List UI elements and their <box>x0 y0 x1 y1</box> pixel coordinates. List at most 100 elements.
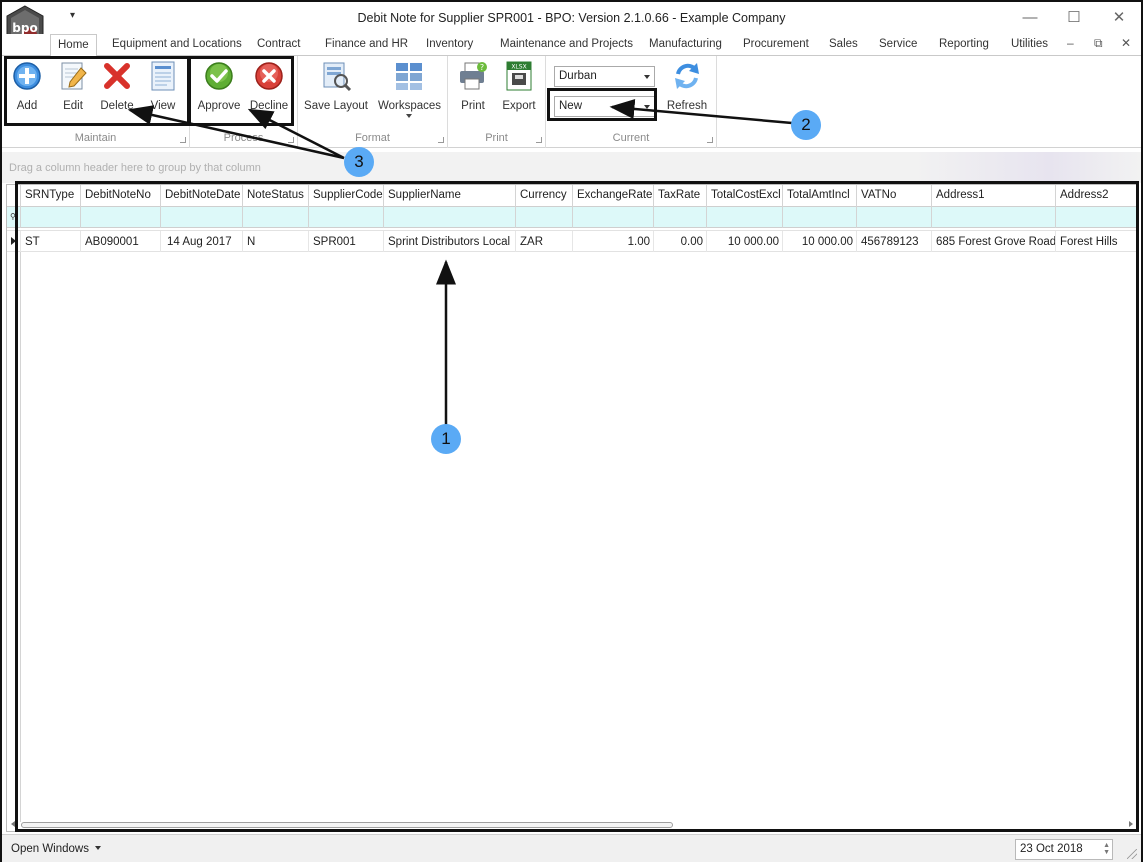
ribbon-tabs: Home Equipment and Locations Contract Fi… <box>2 34 1141 57</box>
filter-cell[interactable] <box>516 207 573 228</box>
tab-service[interactable]: Service <box>879 38 917 50</box>
filter-cell[interactable] <box>21 207 81 228</box>
approve-button[interactable]: Approve <box>196 60 242 112</box>
filter-cell[interactable] <box>932 207 1056 228</box>
filter-row-indicator-icon: ⚲ <box>7 207 21 228</box>
export-xlsx-icon: XLSX <box>506 61 532 91</box>
filter-cell[interactable] <box>573 207 654 228</box>
scroll-right-icon[interactable] <box>1129 821 1133 827</box>
cell-suppliername[interactable]: Sprint Distributors Local <box>384 231 516 252</box>
ribbon: Add Edit Delete View Maintain Approve De… <box>2 56 1141 148</box>
header-suppliername[interactable]: SupplierName <box>384 185 516 207</box>
add-button[interactable]: Add <box>9 60 45 112</box>
cell-totalcostexcl[interactable]: 10 000.00 <box>707 231 783 252</box>
close-icon[interactable]: ✕ <box>1107 7 1131 29</box>
header-totalcostexcl[interactable]: TotalCostExcl <box>707 185 783 207</box>
filter-cell[interactable] <box>309 207 384 228</box>
cell-totalamtincl[interactable]: 10 000.00 <box>783 231 857 252</box>
process-launcher-icon[interactable] <box>288 137 294 143</box>
format-group-label: Format <box>355 132 390 144</box>
header-srntype[interactable]: SRNType <box>21 185 81 207</box>
print-launcher-icon[interactable] <box>536 137 542 143</box>
cell-suppliercode[interactable]: SPR001 <box>309 231 384 252</box>
tab-equipment-and-locations[interactable]: Equipment and Locations <box>112 38 242 50</box>
cell-taxrate[interactable]: 0.00 <box>654 231 707 252</box>
filter-cell[interactable] <box>654 207 707 228</box>
cell-currency[interactable]: ZAR <box>516 231 573 252</box>
tab-sales[interactable]: Sales <box>829 38 858 50</box>
print-button[interactable]: ? Print <box>456 60 490 112</box>
edit-button[interactable]: Edit <box>57 60 89 112</box>
maintain-launcher-icon[interactable] <box>180 137 186 143</box>
export-button[interactable]: XLSX Export <box>500 60 538 112</box>
open-windows-menu[interactable]: Open Windows <box>11 843 102 855</box>
export-label: Export <box>502 100 536 112</box>
view-button[interactable]: View <box>147 60 179 112</box>
header-address1[interactable]: Address1 <box>932 185 1056 207</box>
refresh-button[interactable]: Refresh <box>664 60 710 112</box>
status-select[interactable]: New <box>554 96 655 117</box>
open-windows-label: Open Windows <box>11 843 89 855</box>
cell-notestatus[interactable]: N <box>243 231 309 252</box>
format-launcher-icon[interactable] <box>438 137 444 143</box>
tab-contract[interactable]: Contract <box>257 38 300 50</box>
header-notestatus[interactable]: NoteStatus <box>243 185 309 207</box>
current-date-field[interactable]: 23 Oct 2018 ▲ ▼ <box>1015 839 1113 860</box>
filter-cell[interactable] <box>81 207 161 228</box>
tab-finance-and-hr[interactable]: Finance and HR <box>325 38 408 50</box>
tab-utilities[interactable]: Utilities <box>1011 38 1048 50</box>
tab-maintenance-and-projects[interactable]: Maintenance and Projects <box>500 38 633 50</box>
header-currency[interactable]: Currency <box>516 185 573 207</box>
mdi-minimize-icon[interactable]: – <box>1067 36 1074 50</box>
tab-home[interactable]: Home <box>50 34 97 57</box>
date-spinner-icon[interactable]: ▲ ▼ <box>1103 842 1110 856</box>
scroll-left-icon[interactable] <box>11 821 15 827</box>
filter-cell[interactable] <box>161 207 243 228</box>
delete-button[interactable]: Delete <box>99 60 135 112</box>
tab-reporting[interactable]: Reporting <box>939 38 989 50</box>
table-row[interactable]: ST AB090001 14 Aug 2017 N SPR001 Sprint … <box>7 230 1138 252</box>
resize-grip-icon[interactable] <box>1127 849 1137 859</box>
filter-cell[interactable] <box>707 207 783 228</box>
tab-manufacturing[interactable]: Manufacturing <box>649 38 722 50</box>
annotation-badge-1: 1 <box>431 424 461 454</box>
workspaces-button[interactable]: Workspaces <box>378 60 441 118</box>
cell-exchangerate[interactable]: 1.00 <box>573 231 654 252</box>
mdi-close-icon[interactable]: ✕ <box>1121 36 1131 50</box>
header-suppliercode[interactable]: SupplierCode <box>309 185 384 207</box>
header-debitnotedate[interactable]: DebitNoteDate <box>161 185 243 207</box>
cell-debitnotedate[interactable]: 14 Aug 2017 <box>161 231 243 252</box>
site-select-chevron-icon <box>644 75 650 79</box>
header-taxrate[interactable]: TaxRate <box>654 185 707 207</box>
minimize-icon[interactable]: — <box>1018 7 1042 29</box>
header-vatno[interactable]: VATNo <box>857 185 932 207</box>
header-totalamtincl[interactable]: TotalAmtIncl <box>783 185 857 207</box>
save-layout-button[interactable]: Save Layout <box>304 60 368 112</box>
site-select[interactable]: Durban <box>554 66 655 87</box>
cell-srntype[interactable]: ST <box>21 231 81 252</box>
header-debitnoteno[interactable]: DebitNoteNo <box>81 185 161 207</box>
filter-cell[interactable] <box>243 207 309 228</box>
current-launcher-icon[interactable] <box>707 137 713 143</box>
tab-inventory[interactable]: Inventory <box>426 38 473 50</box>
header-exchangerate[interactable]: ExchangeRate <box>573 185 654 207</box>
filter-cell[interactable] <box>384 207 516 228</box>
cell-address1[interactable]: 685 Forest Grove Road <box>932 231 1056 252</box>
cell-vatno[interactable]: 456789123 <box>857 231 932 252</box>
debit-note-grid[interactable]: SRNType DebitNoteNo DebitNoteDate NoteSt… <box>6 184 1139 832</box>
header-address2[interactable]: Address2 <box>1056 185 1138 207</box>
cell-address2[interactable]: Forest Hills <box>1056 231 1138 252</box>
mdi-restore-icon[interactable]: ⧉ <box>1094 36 1103 51</box>
decline-button[interactable]: Decline <box>248 60 290 112</box>
decline-label: Decline <box>249 100 289 112</box>
maximize-icon[interactable]: ☐ <box>1062 7 1086 29</box>
cell-debitnoteno[interactable]: AB090001 <box>81 231 161 252</box>
group-by-panel[interactable]: Drag a column header here to group by th… <box>2 152 1141 183</box>
horizontal-scrollbar[interactable] <box>21 822 673 828</box>
add-icon <box>13 62 41 90</box>
filter-cell[interactable] <box>857 207 932 228</box>
filter-cell[interactable] <box>783 207 857 228</box>
tab-procurement[interactable]: Procurement <box>743 38 809 50</box>
filter-cell[interactable] <box>1056 207 1138 228</box>
auto-filter-row[interactable]: ⚲ <box>7 207 1138 228</box>
